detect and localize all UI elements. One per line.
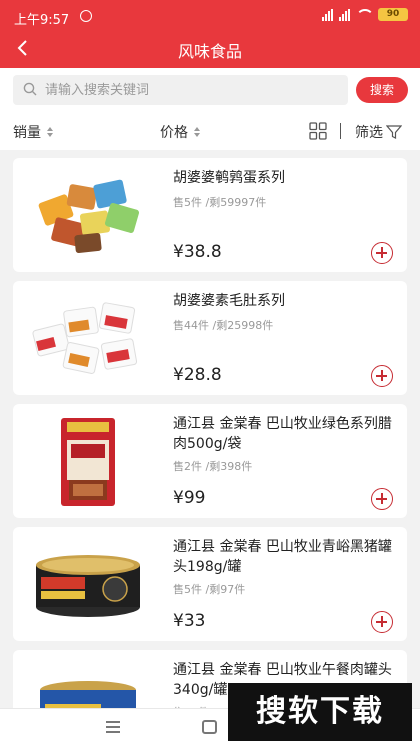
product-title: 胡婆婆鹌鹑蛋系列 <box>173 170 285 186</box>
sort-sales-label: 销量 <box>13 125 41 141</box>
signal-icon-2 <box>339 8 350 21</box>
sort-by-price[interactable]: 价格 <box>160 122 200 142</box>
product-title: 通江县 金棠春 巴山牧业青峪黑猪罐头198g/罐 <box>173 539 392 575</box>
search-icon <box>23 82 37 96</box>
page-title: 风味食品 <box>177 42 242 61</box>
product-image <box>61 418 115 506</box>
product-sales: 售2件 /剩398件 <box>173 460 253 473</box>
alarm-icon <box>80 10 92 22</box>
app-header: 上午9:57 90 风味食品 <box>0 0 420 68</box>
menu-icon[interactable] <box>106 721 120 733</box>
filter-label: 筛选 <box>355 125 383 141</box>
sort-price-label: 价格 <box>160 125 188 141</box>
search-bar: 搜索 <box>0 68 420 114</box>
product-image <box>32 302 138 374</box>
battery-icon: 90 <box>378 8 408 21</box>
product-title: 通江县 金棠春 巴山牧业绿色系列腊肉500g/袋 <box>173 416 392 452</box>
product-title: 胡婆婆素毛肚系列 <box>173 293 285 309</box>
wifi-icon <box>356 8 374 21</box>
product-image <box>36 555 140 617</box>
watermark-logo: 搜软下载 <box>228 683 412 741</box>
product-sales: 售5件 /剩59997件 <box>173 196 267 209</box>
product-sales: 售44件 /剩25998件 <box>173 319 274 332</box>
product-card[interactable]: 通江县 金棠春 巴山牧业青峪黑猪罐头198g/罐 售5件 /剩97件 ¥33 <box>13 527 407 641</box>
status-bar: 上午9:57 90 <box>0 0 420 30</box>
sort-arrows-icon <box>47 127 53 137</box>
search-button[interactable]: 搜索 <box>356 77 408 103</box>
product-price: ¥28.8 <box>173 365 222 385</box>
search-input[interactable] <box>45 75 340 105</box>
product-card[interactable]: 胡婆婆素毛肚系列 售44件 /剩25998件 ¥28.8 <box>13 281 407 395</box>
product-price: ¥99 <box>173 488 206 508</box>
product-price: ¥33 <box>173 611 206 631</box>
product-card[interactable]: 胡婆婆鹌鹑蛋系列 售5件 /剩59997件 ¥38.8 <box>13 158 407 272</box>
filter-button[interactable]: 筛选 <box>355 122 402 142</box>
status-time: 上午9:57 <box>14 13 70 28</box>
product-sales: 售5件 /剩97件 <box>173 583 246 596</box>
status-indicators: 90 <box>322 8 408 21</box>
signal-icon <box>322 8 333 21</box>
add-to-cart-icon[interactable] <box>371 365 393 387</box>
divider <box>340 123 341 139</box>
product-card[interactable]: 通江县 金棠春 巴山牧业绿色系列腊肉500g/袋 售2件 /剩398件 ¥99 <box>13 404 407 518</box>
sort-by-sales[interactable]: 销量 <box>13 122 53 142</box>
filter-bar: 销量 价格 筛选 <box>0 114 420 150</box>
product-image <box>38 179 140 254</box>
sort-arrows-icon <box>194 127 200 137</box>
add-to-cart-icon[interactable] <box>371 488 393 510</box>
search-box[interactable] <box>13 75 348 105</box>
add-to-cart-icon[interactable] <box>371 611 393 633</box>
add-to-cart-icon[interactable] <box>371 242 393 264</box>
funnel-icon <box>386 125 402 139</box>
home-icon[interactable] <box>202 720 217 734</box>
product-price: ¥38.8 <box>173 242 222 262</box>
grid-view-icon[interactable] <box>309 122 327 140</box>
